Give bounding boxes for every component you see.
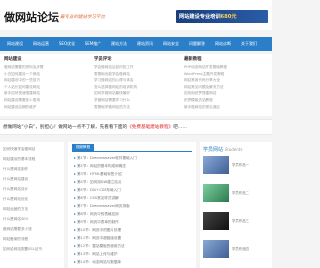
site-thumbnail[interactable]: [203, 156, 229, 174]
list-item[interactable]: 网站常用代码分享大全: [184, 77, 270, 84]
column-student-reviews: 学员评论 学会做网站后如何找工作 零基础也能学会做网站 学习做网站的心得与体会 …: [94, 56, 180, 110]
list-item[interactable]: 网站运营的方法: [3, 207, 28, 212]
site-thumbnail[interactable]: [203, 212, 229, 230]
free-tutorial-link[interactable]: 《免费基础建站教程》: [127, 125, 173, 130]
tab-video-tutorials[interactable]: 视频教程: [72, 144, 94, 151]
list-item[interactable]: 什么是网站制作: [3, 167, 28, 172]
video-tutorial-panel: 视频教程 ▸ 第1节：Dreamweaver软件基础入门 ▸ 第2节：网站的基本…: [68, 142, 196, 268]
nav-item-2[interactable]: 网站运营: [28, 37, 54, 51]
tab-underline: [72, 151, 192, 152]
list-item[interactable]: 做网站需要多少钱: [3, 227, 32, 232]
site-slogan: 最专业的建站学习平台: [60, 15, 105, 20]
site-title[interactable]: 学员作品三: [232, 218, 249, 223]
list-item[interactable]: 零基础学做网站的方法: [94, 104, 180, 111]
main-nav: 网站建设 网站运营 SEO优化 SEM推广 建站方法 建站资讯 网站安全 问题解…: [0, 37, 272, 51]
list-item[interactable]: 什么是网站设计: [3, 187, 28, 192]
list-item[interactable]: 网站建设中的一些技巧: [4, 77, 90, 84]
list-item[interactable]: 如何学做网站最快最好: [94, 90, 180, 97]
notice-text: 想做网站“小白”，别担心！做网站一点不了解，先看看下面的《免费基础建站教程》吧……: [3, 125, 187, 130]
list-item[interactable]: PHP动态网站开发基础教程: [184, 64, 270, 71]
list-item[interactable]: 怎么选择做网站的培训机构: [94, 84, 180, 91]
list-item[interactable]: 网站常见问题及解决方法: [184, 84, 270, 91]
list-item[interactable]: 网站建设的基本流程: [3, 157, 35, 162]
nav-item-4[interactable]: SEM推广: [80, 37, 106, 51]
lesson-row[interactable]: ▸ 第4节：如何用DW建立站点: [74, 180, 122, 185]
lesson-row[interactable]: ▸ 第12节：整站模板的使用方法: [74, 244, 125, 249]
column-title: 网站建设: [4, 57, 22, 62]
lesson-row[interactable]: ▸ 第13节：网站上传与维护: [74, 252, 117, 257]
nav-item-3[interactable]: SEO优化: [54, 37, 80, 51]
lesson-row[interactable]: ▸ 第9节：网页中表单的制作: [74, 220, 119, 225]
list-item[interactable]: 网站建设需要多少费用: [4, 97, 90, 104]
training-ad-banner[interactable]: 网站建设专业培训680元: [176, 10, 268, 23]
list-item[interactable]: 个人站长如何建设网站: [4, 84, 90, 91]
panel-title: 学员网站 Students: [203, 147, 243, 153]
site-header: 做网站论坛 最专业的建站学习平台 网站建设专业培训680元: [0, 0, 272, 30]
list-item[interactable]: 什么是网站SEO: [3, 217, 28, 222]
ad-text: 网站建设专业培训680元: [179, 14, 237, 20]
site-thumbnail[interactable]: [203, 240, 229, 258]
site-title[interactable]: 学员作品四: [232, 246, 249, 251]
notice-bar: 想做网站“小白”，别担心！做网站一点不了解，先看看下面的《免费基础建站教程》吧……: [0, 119, 272, 135]
nav-item-1[interactable]: 网站建设: [2, 37, 28, 51]
nav-item-7[interactable]: 网站安全: [158, 37, 184, 51]
nav-item-6[interactable]: 建站资讯: [132, 37, 158, 51]
list-item[interactable]: 什么是网站建设: [3, 177, 28, 182]
column-website-building: 网站建设 做网站需要的资料及步骤 小白如何建设一个网站 网站建设中的一些技巧 个…: [4, 56, 90, 110]
list-item[interactable]: 学会做网站后如何找工作: [94, 64, 180, 71]
lesson-row[interactable]: ▸ 第3节：HTML基础标签介绍: [74, 172, 122, 177]
list-item[interactable]: 织梦模板仿站教程: [184, 97, 270, 104]
lesson-row[interactable]: ▸ 第14节：动态网站与数据库: [74, 260, 121, 265]
site-title[interactable]: 学员作品二: [232, 190, 249, 195]
list-item[interactable]: WordPress主题开发教程: [184, 71, 270, 78]
list-item[interactable]: 做网站需要的资料及步骤: [4, 64, 90, 71]
list-item[interactable]: 零基础也能学会做网站: [94, 71, 180, 78]
left-article-list: 如何快速学会做网站 网站建设的基本流程 什么是网站制作 什么是网站建设 什么是网…: [0, 142, 64, 268]
student-sites-panel: 学员网站 Students 学员作品一 学员作品二 学员作品三 学员作品四: [200, 142, 272, 268]
nav-item-9[interactable]: 网站诊断: [210, 37, 236, 51]
list-item[interactable]: 新手做网站的常见误区: [184, 104, 270, 111]
list-item[interactable]: 学习做网站的心得与体会: [94, 77, 180, 84]
lesson-row[interactable]: ▸ 第1节：Dreamweaver软件基础入门: [74, 156, 137, 161]
list-item[interactable]: 什么是网站优化: [3, 197, 28, 202]
page: 做网站论坛 最专业的建站学习平台 网站建设专业培训680元 网站建设 网站运营 …: [0, 0, 272, 268]
lesson-row[interactable]: ▸ 第10节：网页中的图片处理: [74, 228, 121, 233]
lesson-row[interactable]: ▸ 第8节：网页中的表格应用: [74, 212, 119, 217]
info-columns: 网站建设 做网站需要的资料及步骤 小白如何建设一个网站 网站建设中的一些技巧 个…: [0, 54, 272, 116]
lesson-row[interactable]: ▸ 第2节：网站的基本构成和概念: [74, 164, 126, 169]
lesson-row[interactable]: ▸ 第7节：Dreamweaver网页排版: [74, 204, 130, 209]
nav-item-10[interactable]: 关于我们: [236, 37, 262, 51]
list-item[interactable]: 小白如何建设一个网站: [4, 71, 90, 78]
list-item[interactable]: 如何用织梦搭建网站: [184, 90, 270, 97]
lesson-row[interactable]: ▸ 第6节：CSS常见样式讲解: [74, 196, 119, 201]
column-title: 最新教程: [184, 57, 202, 62]
lesson-row[interactable]: ▸ 第11节：网页中超链接设置: [74, 236, 121, 241]
site-thumbnail[interactable]: [203, 184, 229, 202]
lesson-row[interactable]: ▸ 第5节：DIV+CSS布局入门: [74, 188, 121, 193]
column-latest-tutorials: 最新教程 PHP动态网站开发基础教程 WordPress主题开发教程 网站常用代…: [184, 56, 270, 110]
list-item[interactable]: 网站备案的流程: [3, 237, 28, 242]
list-item[interactable]: 如何快速学会做网站: [3, 147, 35, 152]
nav-item-8[interactable]: 问题解答: [184, 37, 210, 51]
nav-item-5[interactable]: 建站方法: [106, 37, 132, 51]
list-item[interactable]: 新手如何快速搭建网站: [4, 90, 90, 97]
site-logo[interactable]: 做网站论坛: [4, 9, 59, 25]
list-item[interactable]: 网站建设后期的维护: [4, 104, 90, 111]
column-title: 学员评论: [94, 57, 112, 62]
list-item[interactable]: 如何给网站配置SSL证书: [3, 247, 42, 252]
site-title[interactable]: 学员作品一: [232, 162, 249, 167]
list-item[interactable]: 学做网站需要学习什么: [94, 97, 180, 104]
